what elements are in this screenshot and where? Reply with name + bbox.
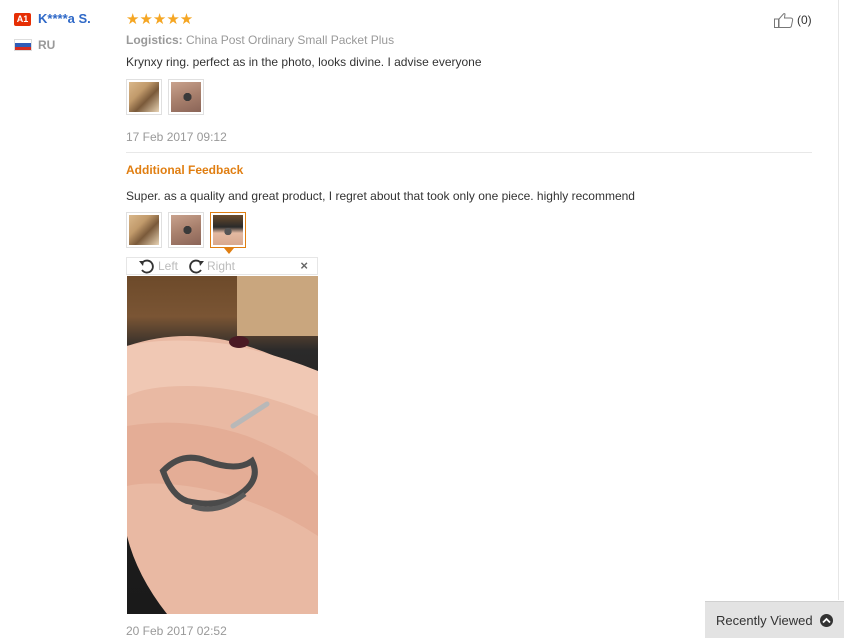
reviewer-country: RU — [38, 38, 56, 52]
helpful-count: (0) — [797, 13, 812, 27]
additional-photo-thumbnail[interactable] — [168, 212, 204, 248]
additional-photo-thumbnails — [126, 212, 246, 254]
review-date: 17 Feb 2017 09:12 — [126, 130, 227, 144]
russia-flag-icon — [14, 39, 32, 51]
reviewer-name[interactable]: K****a S. — [38, 11, 91, 26]
chevron-up-icon[interactable] — [820, 614, 833, 627]
additional-feedback-date: 20 Feb 2017 02:52 — [126, 624, 227, 638]
logistics-info: Logistics: China Post Ordinary Small Pac… — [126, 33, 394, 47]
review-photo-thumbnail[interactable] — [168, 79, 204, 115]
rotate-left-icon — [139, 259, 154, 274]
review-text: Krynxy ring. perfect as in the photo, lo… — [126, 55, 482, 69]
enlarged-review-photo — [127, 276, 318, 614]
logistics-value: China Post Ordinary Small Packet Plus — [186, 33, 395, 47]
rotate-right-label: Right — [207, 259, 236, 273]
additional-feedback-text: Super. as a quality and great product, I… — [126, 189, 635, 203]
additional-photo-thumbnail-selected[interactable] — [210, 212, 246, 254]
thumbs-up-icon — [774, 13, 794, 28]
image-viewer-toolbar: Left Right × — [126, 257, 318, 275]
rotate-left-button[interactable]: Left — [137, 258, 178, 274]
divider — [126, 152, 812, 153]
helpful-button[interactable]: (0) — [774, 12, 812, 28]
logistics-label: Logistics: — [126, 33, 183, 47]
close-viewer-icon[interactable]: × — [300, 259, 308, 273]
buyer-level-badge: A1 — [14, 13, 31, 26]
recently-viewed-bar[interactable]: Recently Viewed — [705, 601, 844, 638]
recently-viewed-label: Recently Viewed — [716, 612, 813, 628]
star-rating: ★★★★★ — [126, 11, 194, 28]
rotate-right-button[interactable]: Right — [186, 258, 235, 274]
additional-feedback-title: Additional Feedback — [126, 163, 244, 177]
content-border — [838, 0, 839, 600]
rotate-left-label: Left — [158, 259, 179, 273]
review-photo-thumbnail[interactable] — [126, 79, 162, 115]
review-photo-thumbnails — [126, 79, 204, 115]
rotate-right-icon — [189, 259, 204, 274]
additional-photo-thumbnail[interactable] — [126, 212, 162, 248]
